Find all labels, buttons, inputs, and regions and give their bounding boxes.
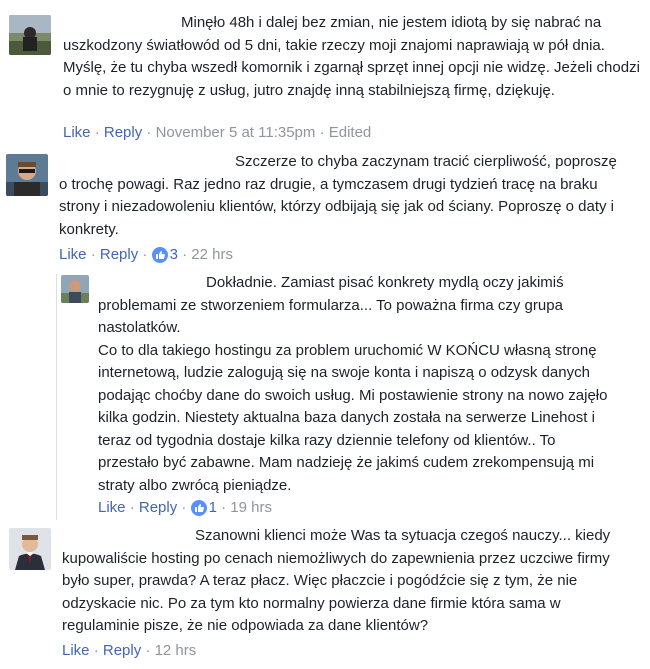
timestamp[interactable]: 12 hrs (155, 642, 197, 659)
avatar[interactable] (9, 528, 51, 570)
comment-actions: Like · Reply · November 5 at 11:35pm · E… (63, 124, 372, 141)
reply-link[interactable]: Reply (103, 642, 141, 659)
like-link[interactable]: Like (98, 499, 126, 516)
like-link[interactable]: Like (63, 124, 91, 141)
reaction-summary[interactable]: 1 (190, 498, 217, 518)
reply-link[interactable]: Reply (139, 499, 177, 516)
thumbs-up-icon (151, 247, 168, 264)
like-link[interactable]: Like (59, 246, 87, 263)
reply-link[interactable]: Reply (100, 246, 138, 263)
timestamp[interactable]: 19 hrs (230, 499, 272, 516)
timestamp[interactable]: November 5 at 11:35pm (156, 124, 316, 141)
avatar[interactable] (61, 275, 89, 303)
reaction-count: 1 (208, 499, 217, 517)
comment-text: Dokładnie. Zamiast pisać konkrety mydlą … (98, 274, 608, 494)
comment-actions: Like · Reply · 3 · 22 hrs (59, 245, 233, 265)
reaction-count: 3 (169, 246, 178, 264)
reply-link[interactable]: Reply (104, 124, 142, 141)
comment-actions: Like · Reply · 1 · 19 hrs (98, 498, 272, 518)
comment-text: Szanowni klienci może Was ta sytuacja cz… (62, 527, 615, 634)
edited-label[interactable]: Edited (329, 124, 372, 141)
comment-text: Szczerze to chyba zaczynam tracić cierpl… (59, 153, 621, 238)
reaction-summary[interactable]: 3 (151, 245, 178, 265)
avatar[interactable] (6, 154, 48, 196)
timestamp[interactable]: 22 hrs (191, 246, 233, 263)
thumbs-up-icon (190, 500, 207, 517)
comment-actions: Like · Reply · 12 hrs (62, 642, 197, 659)
comment-text: Minęło 48h i dalej bez zmian, nie jestem… (63, 14, 645, 99)
like-link[interactable]: Like (62, 642, 90, 659)
avatar[interactable] (9, 15, 51, 55)
reply-thread-line (56, 274, 57, 520)
